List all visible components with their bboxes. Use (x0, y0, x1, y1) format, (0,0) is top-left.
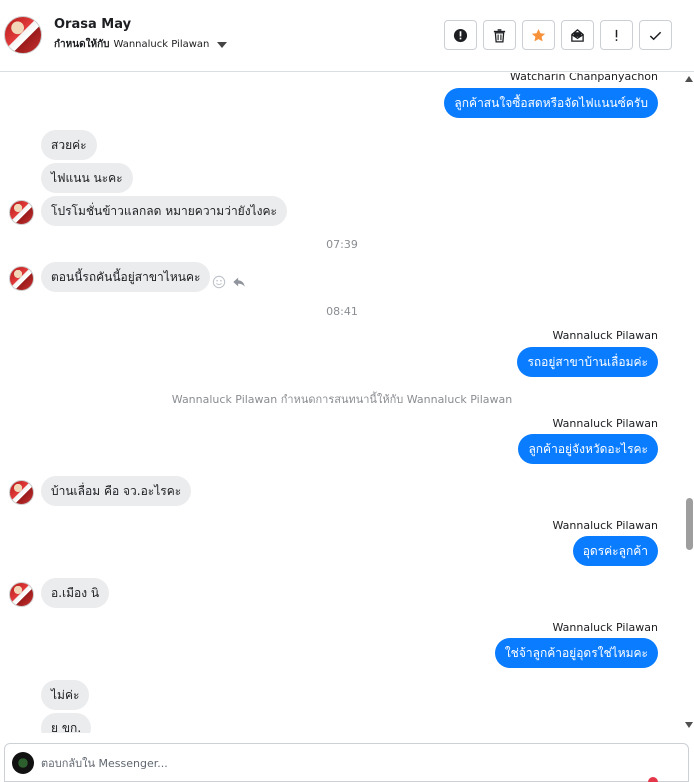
outgoing-message[interactable]: ใช่จ้าลูกค้าอยู่อุดรใช่ไหมคะ (494, 638, 658, 668)
sender-name: Wannaluck Pilawan (552, 417, 659, 430)
mark-unread-button[interactable] (561, 20, 594, 50)
contact-message-avatar (9, 480, 34, 505)
check-icon (649, 31, 662, 40)
sender-name: Wannaluck Pilawan (552, 329, 659, 342)
incoming-message[interactable]: บ้านเลื่อม คือ จว.อะไรคะ (41, 476, 192, 506)
outgoing-message[interactable]: ลูกค้าอยู่จังหวัดอะไรคะ (518, 434, 658, 464)
timestamp-separator: 07:39 (326, 238, 358, 251)
delete-button[interactable] (483, 20, 516, 50)
reply-icon[interactable] (232, 275, 246, 289)
timestamp-separator: 08:41 (326, 305, 358, 318)
assignment-dropdown[interactable]: กำหนดให้กับ Wannaluck Pilawan (54, 37, 228, 52)
outgoing-message[interactable]: อุดรค่ะลูกค้า (572, 536, 658, 566)
outgoing-message[interactable]: รถอยู่สาขาบ้านเลื่อมค่ะ (517, 347, 658, 377)
smiley-icon[interactable] (212, 275, 226, 289)
conversation-header: Orasa May กำหนดให้กับ Wannaluck Pilawan (0, 0, 694, 72)
star-button[interactable] (522, 20, 555, 50)
scroll-up-arrow-icon[interactable] (685, 76, 693, 82)
assign-prefix-label: กำหนดให้กับ (54, 39, 110, 50)
contact-message-avatar (9, 266, 34, 291)
report-spam-button[interactable] (444, 20, 477, 50)
mail-icon (571, 28, 584, 42)
system-message: Wannaluck Pilawan กำหนดการสนทนานี้ให้กับ… (171, 393, 513, 406)
incoming-message[interactable]: สวยค่ะ (41, 130, 97, 160)
message-thread[interactable]: Watcharin Chanpanyachon ลูกค้าสนใจซื้อสด… (0, 73, 684, 733)
scrollbar-thumb[interactable] (686, 498, 693, 550)
sender-name: Wannaluck Pilawan (552, 519, 659, 532)
notification-indicator (648, 777, 658, 782)
sender-name: Watcharin Chanpanyachon (509, 73, 658, 83)
mark-done-button[interactable] (639, 20, 672, 50)
header-actions (444, 20, 672, 50)
scroll-down-arrow-icon[interactable] (685, 722, 693, 728)
assignee-name: Wannaluck Pilawan (113, 39, 210, 50)
incoming-message[interactable]: ไม่ค่ะ (41, 680, 90, 710)
outgoing-message[interactable]: ลูกค้าสนใจซื้อสดหรือจัดไฟแนนซ์ครับ (444, 88, 658, 118)
contact-message-avatar (9, 582, 34, 607)
contact-message-avatar (9, 200, 34, 225)
exclamation-icon (615, 29, 618, 41)
trash-icon (493, 28, 506, 43)
incoming-message[interactable]: ย ขก. (41, 713, 92, 733)
reply-composer (4, 743, 689, 782)
alert-circle-icon (453, 28, 468, 42)
incoming-message[interactable]: อ.เมือง นิ (41, 578, 110, 608)
page-avatar (12, 752, 34, 774)
contact-name[interactable]: Orasa May (54, 17, 131, 32)
thread-scrollbar[interactable] (684, 72, 694, 732)
message-actions (212, 275, 246, 289)
sender-name: Wannaluck Pilawan (552, 621, 659, 634)
chevron-down-icon (217, 41, 228, 48)
follow-up-button[interactable] (600, 20, 633, 50)
reply-input[interactable] (41, 753, 641, 773)
incoming-message[interactable]: ไฟแนน นะคะ (41, 163, 133, 193)
contact-avatar[interactable] (4, 16, 42, 54)
incoming-message[interactable]: โปรโมชั่นข้าวแลกลด หมายความว่ายังไงคะ (41, 196, 287, 226)
star-icon (531, 28, 546, 41)
incoming-message[interactable]: ตอนนี้รถคันนี้อยู่สาขาไหนคะ (41, 262, 211, 292)
